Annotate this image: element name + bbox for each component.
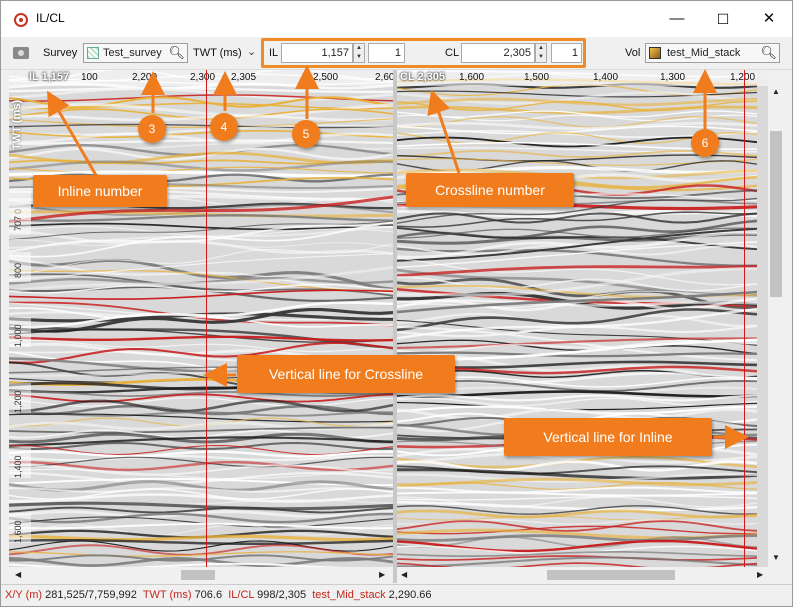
callout-crossline-number: Crossline number — [406, 173, 574, 207]
inline-label: IL 1,157 — [29, 71, 70, 83]
top-tick: 2,300 — [190, 72, 216, 83]
status-volume-value: 2,290.66 — [388, 589, 432, 601]
top-tick: 1,500 — [524, 72, 550, 83]
volume-value: test_Mid_stack — [667, 47, 741, 59]
twt-axis-title: TWT (ms) — [11, 99, 23, 150]
target-app-icon — [14, 13, 28, 27]
crossline-top-axis: 1,600 1,500 1,400 1,300 1,200 — [397, 70, 768, 86]
crossline-horizontal-scrollbar[interactable]: ◀ ▶ — [397, 567, 768, 583]
scroll-down-arrow[interactable]: ▼ — [772, 553, 780, 562]
chevron-down-icon[interactable]: ⌄ — [247, 45, 256, 58]
grid-survey-icon — [87, 47, 99, 59]
scroll-left-arrow[interactable]: ◀ — [15, 570, 21, 579]
top-tick: 100 — [81, 72, 98, 83]
zdomain-value[interactable]: TWT (ms) — [193, 47, 242, 59]
ilcl-value: 998/2,305 — [257, 589, 307, 601]
volume-selector[interactable]: test_Mid_stack 🔍︎ — [645, 43, 780, 63]
scroll-thumb[interactable] — [770, 131, 782, 297]
survey-label: Survey — [43, 47, 78, 59]
scroll-right-arrow[interactable]: ▶ — [757, 570, 763, 579]
scroll-up-arrow[interactable]: ▲ — [772, 87, 780, 96]
callout-vertical-line-inline: Vertical line for Inline — [504, 418, 712, 456]
y-tick: 800 — [9, 252, 31, 282]
window-title: IL/CL — [36, 11, 65, 25]
scroll-thumb[interactable] — [547, 570, 675, 580]
number-badge-6: 6 — [691, 129, 719, 157]
y-tick: 1,600 — [9, 513, 31, 543]
scroll-left-arrow[interactable]: ◀ — [401, 570, 407, 579]
twt-value: 706.6 — [194, 589, 223, 601]
main-window: IL/CL — ☐ ✕ Survey Test_survey 🔍︎ TWT (m… — [0, 0, 793, 607]
minimize-button[interactable]: — — [654, 3, 700, 35]
inline-position-line[interactable] — [744, 70, 745, 567]
xy-label: X/Y (m) — [5, 589, 43, 601]
callout-inline-number: Inline number — [33, 175, 167, 207]
status-bar: X/Y (m) 281,525/7,759,992 TWT (ms) 706.6… — [1, 584, 792, 606]
crossline-label: CL 2,305 — [400, 71, 446, 83]
twt-label: TWT (ms) — [142, 589, 192, 601]
top-tick: 1,200 — [730, 72, 756, 83]
top-tick: 2,60 — [375, 72, 393, 83]
survey-value: Test_survey — [103, 47, 162, 59]
maximize-button[interactable]: ☐ — [700, 3, 746, 35]
status-volume-label: test_Mid_stack — [312, 589, 386, 601]
y-tick: 707 — [9, 205, 31, 235]
inline-panel[interactable]: 100 2,200 2,300 2,305 2,500 2,60 IL 1,15… — [9, 70, 393, 567]
callout-vertical-line-crossline: Vertical line for Crossline — [237, 355, 455, 393]
close-button[interactable]: ✕ — [746, 3, 792, 35]
camera-icon[interactable] — [13, 47, 29, 59]
number-badge-3: 3 — [138, 115, 166, 143]
number-badge-4: 4 — [210, 113, 238, 141]
top-tick: 2,200 — [132, 72, 158, 83]
number-badge-5: 5 — [292, 120, 320, 148]
title-bar: IL/CL — ☐ ✕ — [1, 1, 792, 37]
vol-label: Vol — [625, 47, 641, 59]
top-tick: 1,400 — [593, 72, 619, 83]
inline-seismic-section[interactable] — [9, 70, 393, 567]
vertical-scrollbar[interactable]: ▲ ▼ — [768, 87, 784, 567]
inline-horizontal-scrollbar[interactable]: ◀ ▶ — [9, 567, 393, 583]
scroll-right-arrow[interactable]: ▶ — [379, 570, 385, 579]
scroll-thumb[interactable] — [181, 570, 215, 580]
top-tick: 2,500 — [313, 72, 339, 83]
search-icon[interactable]: 🔍︎ — [760, 44, 777, 62]
y-tick: 1,000 — [9, 317, 31, 347]
il-cl-highlight-box — [261, 38, 586, 68]
xy-value: 281,525/7,759,992 — [45, 589, 137, 601]
y-tick: 1,200 — [9, 383, 31, 413]
y-tick: 1,400 — [9, 448, 31, 478]
survey-selector[interactable]: Test_survey 🔍︎ — [83, 43, 188, 63]
search-icon[interactable]: 🔍︎ — [168, 44, 185, 62]
ilcl-label: IL/CL — [228, 589, 255, 601]
top-tick: 1,300 — [660, 72, 686, 83]
top-tick: 1,600 — [459, 72, 485, 83]
top-tick: 2,305 — [231, 72, 257, 83]
volume-cube-icon — [649, 47, 661, 59]
crossline-position-line[interactable] — [206, 70, 207, 567]
